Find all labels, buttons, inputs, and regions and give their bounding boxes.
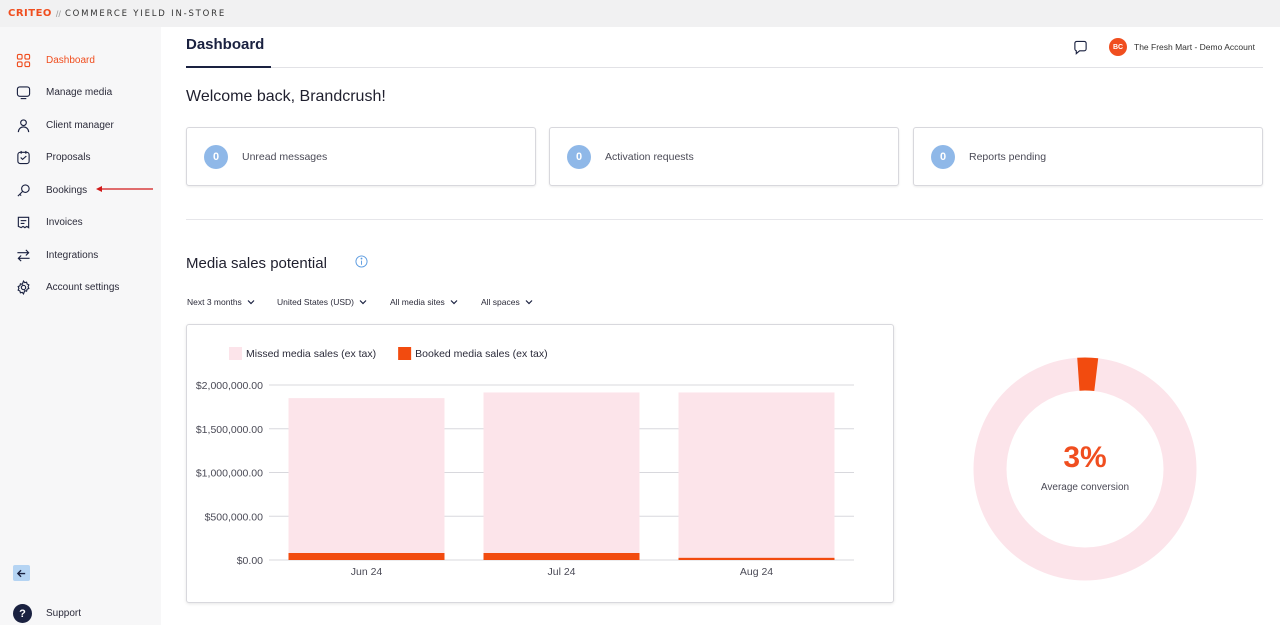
arrow-left-icon [16, 569, 26, 577]
page-title: Dashboard [186, 36, 265, 53]
count-badge: 0 [567, 144, 591, 169]
sidebar-item-account-settings[interactable]: Account settings [0, 272, 161, 302]
x-tick-label: Jul 24 [547, 566, 575, 578]
reports-pending-card[interactable]: 0 Reports pending [913, 127, 1263, 186]
sidebar-item-integrations[interactable]: Integrations [0, 240, 161, 270]
swap-arrows-icon [17, 248, 30, 262]
sidebar-item-label: Client manager [46, 119, 114, 131]
logo-separator: // [55, 8, 61, 19]
collapse-sidebar-button[interactable] [13, 565, 30, 581]
sidebar-item-dashboard[interactable]: Dashboard [0, 45, 161, 75]
y-tick-label: $0.00 [237, 555, 263, 567]
y-tick-label: $1,500,000.00 [196, 424, 263, 436]
legend-label: Booked media sales (ex tax) [415, 348, 547, 360]
filter-label: All media sites [390, 297, 445, 307]
count-badge: 0 [204, 144, 228, 169]
media-sales-bar-chart: Missed media sales (ex tax) Booked media … [196, 347, 854, 578]
grid-icon [16, 53, 31, 67]
filter-label: All spaces [481, 297, 520, 307]
bar-missed [288, 398, 445, 553]
media-sales-chart-card: Missed media sales (ex tax) Booked media … [186, 324, 894, 603]
chevron-down-icon [359, 300, 367, 305]
support-label: Support [46, 608, 82, 619]
user-icon [17, 118, 30, 132]
welcome-heading: Welcome back, Brandcrush! [186, 88, 386, 105]
sidebar-item-label: Bookings [46, 184, 88, 196]
key-icon [17, 183, 30, 197]
media-sites-filter[interactable]: All media sites [390, 297, 458, 307]
help-icon: ? [13, 604, 32, 623]
legend-swatch [398, 347, 412, 360]
x-tick-label: Aug 24 [740, 566, 773, 578]
bar-booked [678, 557, 835, 560]
sidebar-item-label: Account settings [46, 281, 120, 293]
product-name: COMMERCE YIELD IN-STORE [64, 8, 227, 19]
gear-icon [17, 279, 30, 295]
sidebar: Dashboard Manage media Client manager Pr… [0, 27, 161, 625]
account-menu[interactable]: BC The Fresh Mart - Demo Account [1109, 38, 1255, 56]
card-label: Activation requests [605, 150, 694, 163]
support-link[interactable]: ? Support [13, 604, 81, 623]
info-icon[interactable] [355, 255, 368, 268]
annotation-arrow-icon [96, 186, 153, 192]
avatar: BC [1109, 38, 1127, 56]
legend-swatch [229, 347, 242, 360]
y-tick-label: $500,000.00 [205, 511, 264, 523]
bar-booked [483, 553, 640, 560]
y-tick-label: $1,000,000.00 [196, 468, 263, 480]
account-name: The Fresh Mart - Demo Account [1134, 42, 1255, 52]
sidebar-item-invoices[interactable]: Invoices [0, 207, 161, 237]
top-bar: CRITEO // COMMERCE YIELD IN-STORE [0, 0, 1280, 27]
section-title: Media sales potential [186, 255, 327, 272]
currency-filter[interactable]: United States (USD) [277, 297, 367, 307]
chevron-down-icon [525, 300, 533, 305]
card-label: Unread messages [242, 150, 328, 163]
sidebar-item-manage-media[interactable]: Manage media [0, 77, 161, 107]
card-label: Reports pending [969, 150, 1047, 163]
x-tick-label: Jun 24 [351, 566, 383, 578]
sidebar-item-client-manager[interactable]: Client manager [0, 110, 161, 140]
sidebar-item-label: Integrations [46, 249, 99, 261]
chevron-down-icon [450, 300, 458, 305]
chevron-down-icon [247, 300, 255, 305]
section-divider [186, 219, 1263, 220]
conversion-label: Average conversion [1040, 482, 1130, 493]
messages-icon[interactable] [1073, 40, 1088, 55]
active-tab-underline [186, 66, 271, 68]
period-filter[interactable]: Next 3 months [187, 297, 255, 307]
receipt-icon [17, 216, 30, 229]
filter-label: Next 3 months [187, 297, 242, 307]
bar-missed [483, 392, 640, 553]
conversion-value: 3% [1063, 441, 1107, 474]
legend-label: Missed media sales (ex tax) [246, 348, 376, 360]
filter-label: United States (USD) [277, 297, 354, 307]
spaces-filter[interactable]: All spaces [481, 297, 533, 307]
criteo-logo: CRITEO [8, 8, 52, 19]
sidebar-item-label: Manage media [46, 86, 113, 98]
sidebar-item-proposals[interactable]: Proposals [0, 142, 161, 172]
activation-requests-card[interactable]: 0 Activation requests [549, 127, 899, 186]
header-divider [186, 67, 1263, 68]
sidebar-item-label: Dashboard [46, 54, 95, 66]
count-badge: 0 [931, 144, 955, 169]
bar-booked [288, 553, 445, 560]
monitor-icon [16, 85, 31, 99]
sidebar-item-label: Invoices [46, 216, 83, 228]
y-tick-label: $2,000,000.00 [196, 380, 263, 392]
unread-messages-card[interactable]: 0 Unread messages [186, 127, 536, 186]
bar-missed [678, 392, 835, 558]
sidebar-item-label: Proposals [46, 151, 91, 163]
clipboard-icon [17, 150, 30, 164]
